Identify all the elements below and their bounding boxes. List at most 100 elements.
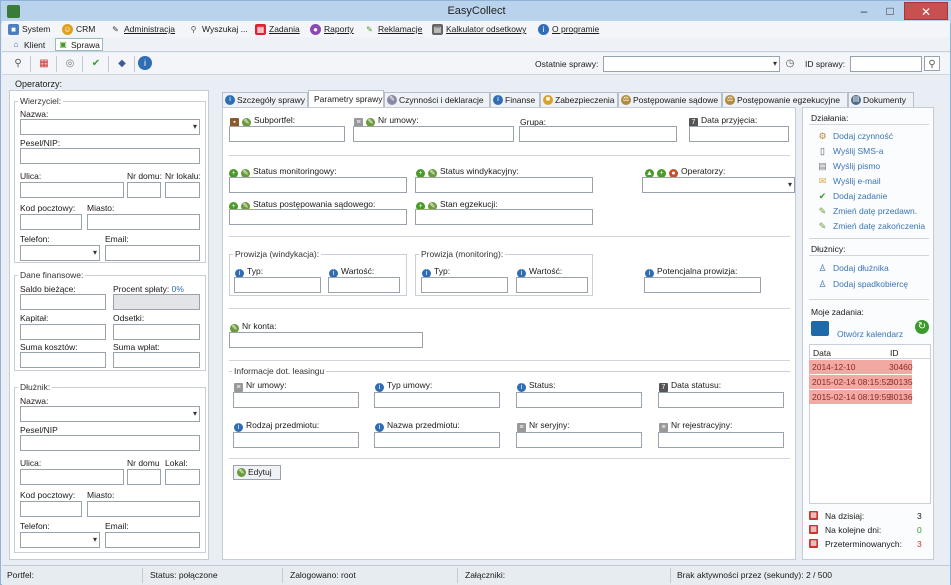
balance-label: Saldo bieżące:	[20, 284, 76, 294]
open-calendar-link[interactable]: Otwórz kalendarz	[821, 329, 903, 339]
capital-input[interactable]	[20, 324, 106, 340]
collection-status-input[interactable]	[415, 177, 593, 193]
payments-input[interactable]	[113, 352, 200, 368]
refresh-green-icon[interactable]: ↻	[915, 320, 929, 334]
debtor-street-input[interactable]	[20, 469, 124, 485]
leasing-registration-input[interactable]	[658, 432, 784, 448]
menu-crm[interactable]: ☺ CRM	[62, 23, 95, 36]
operators-select[interactable]: ▾	[642, 177, 795, 193]
recent-cases-select[interactable]: ▾	[603, 56, 780, 72]
creditor-email-input[interactable]	[105, 245, 200, 261]
creditor-name-select[interactable]: ▾	[20, 119, 200, 135]
leasing-serial-input[interactable]	[516, 432, 642, 448]
commission-collection-type-input[interactable]	[234, 277, 321, 293]
minimize-button[interactable]: –	[851, 2, 877, 20]
account-number-input[interactable]	[229, 332, 423, 348]
debtor-phone-select[interactable]: ▾	[20, 532, 100, 548]
check-tool-icon[interactable]: ✔	[88, 56, 104, 71]
tab-finanse[interactable]: i Finanse	[490, 92, 540, 107]
potential-commission-input[interactable]	[644, 277, 761, 293]
change-end-date-link[interactable]: ✎ Zmień datę zakończenia	[817, 221, 925, 231]
debtor-name-select[interactable]: ▾	[20, 406, 200, 422]
acceptance-date-input[interactable]	[689, 126, 789, 142]
debtor-email-input[interactable]	[105, 532, 200, 548]
send-sms-link[interactable]: ▯ Wyślij SMS-a	[817, 146, 883, 156]
tab-postepowanie-sadowe[interactable]: ⚖ Postępowanie sądowe	[618, 92, 722, 107]
add-heir-link[interactable]: ♙ Dodaj spadkobiercę	[817, 279, 908, 289]
menu-raporty[interactable]: ● Raporty	[310, 23, 354, 36]
send-email-link[interactable]: ✉ Wyślij e-mail	[817, 176, 881, 186]
commission-monitoring-value-input[interactable]	[516, 277, 588, 293]
add-debtor-link[interactable]: ♙ Dodaj dłużnika	[817, 263, 888, 273]
menu-system[interactable]: ■ System	[8, 23, 50, 36]
case-search-icon[interactable]: ⚲	[924, 56, 940, 71]
leasing-item-name-input[interactable]	[374, 432, 500, 448]
creditor-pesel-input[interactable]	[20, 148, 200, 164]
creditor-title: Wierzyciel:	[18, 96, 64, 106]
tools-icon: ✎	[387, 95, 397, 105]
case-id-input[interactable]	[850, 56, 922, 72]
calendar-tool-icon[interactable]: ▦	[36, 56, 52, 71]
table-row[interactable]: 2015-02-14 08:19:59 30136	[809, 390, 913, 404]
subportfolio-input[interactable]	[229, 126, 345, 142]
court-status-input[interactable]	[229, 209, 407, 225]
tab-dokumenty[interactable]: ▤ Dokumenty	[848, 92, 914, 107]
leasing-contract-number-input[interactable]	[233, 392, 359, 408]
creditor-house-input[interactable]	[127, 182, 161, 198]
tab-czynnosci[interactable]: ✎ Czynności i deklaracje	[384, 92, 490, 107]
contract-number-input[interactable]	[353, 126, 514, 142]
tab-parametry-sprawy[interactable]: Parametry sprawy	[308, 90, 384, 107]
leasing-contract-type-input[interactable]	[374, 392, 500, 408]
debtor-pesel-input[interactable]	[20, 435, 200, 451]
tab-postepowanie-egzekucyjne[interactable]: ⚖ Postępowanie egzekucyjne	[722, 92, 848, 107]
enforcement-state-input[interactable]	[415, 209, 593, 225]
tab-szczegoly-sprawy[interactable]: i Szczegóły sprawy	[222, 92, 308, 107]
creditor-apt-input[interactable]	[165, 182, 200, 198]
debtor-apt-input[interactable]	[165, 469, 200, 485]
menu-kalkulator[interactable]: ▤ Kalkulator odsetkowy	[432, 23, 526, 36]
leasing-item-kind-input[interactable]	[233, 432, 359, 448]
info-tool-icon[interactable]: i	[138, 56, 152, 70]
debtor-house-input[interactable]	[127, 469, 161, 485]
monitoring-status-input[interactable]	[229, 177, 407, 193]
table-row[interactable]: 2014-12-10 30460	[809, 360, 913, 374]
leasing-status-input[interactable]	[516, 392, 642, 408]
maximize-button[interactable]: □	[877, 2, 903, 20]
balance-input[interactable]	[20, 294, 106, 310]
find-tool-icon[interactable]: ◎	[62, 56, 78, 71]
menu-administracja[interactable]: ✎ Administracja	[110, 23, 175, 36]
debtor-city-input[interactable]	[87, 501, 200, 517]
refresh-icon[interactable]: ◷	[782, 56, 798, 71]
nav-sprawa[interactable]: ▣ Sprawa	[55, 38, 103, 51]
nav-klient[interactable]: ⌂ Klient	[8, 38, 54, 51]
close-button[interactable]: ✕	[904, 2, 948, 20]
creditor-postal-input[interactable]	[20, 214, 82, 230]
table-row[interactable]: 2015-02-14 08:15:52 30135	[809, 375, 913, 389]
change-expiry-date-link[interactable]: ✎ Zmień datę przedawn.	[817, 206, 917, 216]
tab-zabezpieczenia[interactable]: ■ Zabezpieczenia	[540, 92, 618, 107]
menu-o-programie[interactable]: iO programie	[538, 23, 599, 36]
interest-input[interactable]	[113, 324, 200, 340]
send-letter-link[interactable]: ▤ Wyślij pismo	[817, 161, 880, 171]
creditor-city-input[interactable]	[87, 214, 200, 230]
commission-collection-value-input[interactable]	[328, 277, 400, 293]
add-task-link[interactable]: ✔ Dodaj zadanie	[817, 191, 888, 201]
debtor-postal-input[interactable]	[20, 501, 82, 517]
creditor-phone-select[interactable]: ▾	[20, 245, 100, 261]
leasing-contract-number-label: ≡ Nr umowy:	[234, 380, 287, 392]
commission-monitoring-type-input[interactable]	[421, 277, 508, 293]
tasks-icon: ▦	[255, 24, 266, 35]
link-tool-icon[interactable]: ◆	[114, 56, 130, 71]
menu-zadania[interactable]: ▦ Zadania	[255, 23, 300, 36]
tasks-table-header: Data ID	[810, 345, 930, 359]
edit-button[interactable]: ✎ Edytuj	[233, 465, 281, 480]
group-input[interactable]	[519, 126, 677, 142]
leasing-status-date-input[interactable]	[658, 392, 784, 408]
status-separator	[670, 568, 671, 583]
creditor-street-input[interactable]	[20, 182, 124, 198]
menu-wyszukaj[interactable]: ⚲ Wyszukaj ...	[188, 23, 248, 36]
add-activity-link[interactable]: ⚙ Dodaj czynność	[817, 131, 893, 141]
search-tool-icon[interactable]: ⚲	[10, 56, 26, 71]
menu-reklamacje[interactable]: ✎ Reklamacje	[364, 23, 422, 36]
costs-input[interactable]	[20, 352, 106, 368]
